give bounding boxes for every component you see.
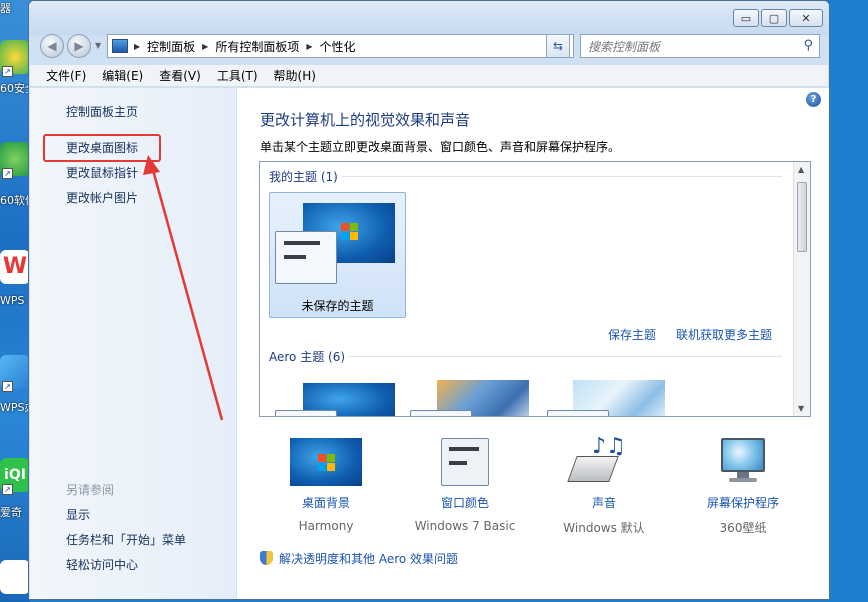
annotation-arrow xyxy=(143,155,224,421)
annotation-arrow-line xyxy=(151,169,224,421)
annotation-arrow-head xyxy=(143,155,160,175)
